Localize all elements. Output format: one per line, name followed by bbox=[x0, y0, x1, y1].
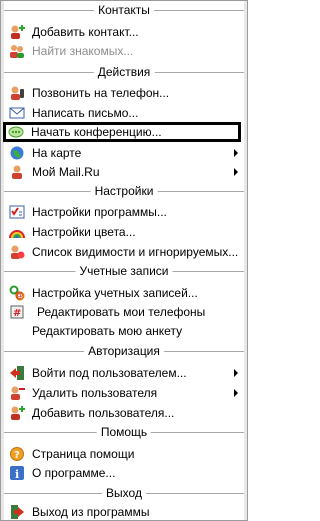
submenu-arrow-icon bbox=[234, 369, 238, 377]
menu-item-about[interactable]: i О программе... bbox=[4, 463, 244, 483]
section-exit: Выход bbox=[4, 486, 244, 500]
menu-item-login-as[interactable]: Войти под пользователем... bbox=[4, 363, 244, 383]
section-auth: Авторизация bbox=[4, 344, 244, 358]
menu-item-label: Войти под пользователем... bbox=[32, 366, 187, 380]
submenu-arrow-icon bbox=[234, 168, 238, 176]
info-icon: i bbox=[9, 465, 25, 481]
phone-book-icon: # bbox=[9, 304, 25, 320]
svg-text:@: @ bbox=[15, 290, 23, 299]
menu-item-label: Редактировать мою анкету bbox=[32, 324, 183, 338]
menu-item-label: Страница помощи bbox=[32, 447, 135, 461]
section-contacts: Контакты bbox=[4, 3, 244, 17]
menu-item-label: Список видимости и игнорируемых... bbox=[32, 245, 239, 259]
section-settings: Настройки bbox=[4, 184, 244, 198]
submenu-arrow-icon bbox=[234, 389, 238, 397]
context-menu: Контакты Добавить контакт... Найти знако… bbox=[0, 0, 248, 521]
envelope-icon bbox=[9, 105, 25, 121]
section-title: Настройки bbox=[90, 184, 158, 198]
globe-icon bbox=[9, 145, 25, 161]
add-contact-icon bbox=[9, 24, 25, 40]
menu-item-label: Добавить пользователя... bbox=[32, 406, 175, 420]
menu-item-label: О программе... bbox=[32, 466, 116, 480]
section-title: Выход bbox=[102, 486, 146, 500]
phone-call-icon bbox=[9, 85, 25, 101]
menu-item-add-contact[interactable]: Добавить контакт... bbox=[4, 22, 244, 42]
section-title: Помощь bbox=[96, 425, 152, 439]
login-icon bbox=[9, 365, 25, 381]
exit-icon bbox=[9, 504, 25, 520]
find-friends-icon bbox=[9, 43, 25, 59]
menu-item-visibility-list[interactable]: Список видимости и игнорируемых... bbox=[4, 242, 244, 262]
menu-item-label: Мой Mail.Ru bbox=[32, 165, 100, 179]
menu-item-label: Редактировать мои телефоны bbox=[37, 305, 206, 319]
menu-item-label: Найти знакомых... bbox=[32, 44, 134, 58]
svg-text:?: ? bbox=[14, 450, 20, 461]
menu-item-label: Начать конференцию... bbox=[31, 125, 162, 139]
submenu-arrow-icon bbox=[234, 149, 238, 157]
menu-item-label: Написать письмо... bbox=[32, 106, 139, 120]
menu-item-call-phone[interactable]: Позвонить на телефон... bbox=[4, 83, 244, 103]
section-help: Помощь bbox=[4, 425, 244, 439]
conference-icon bbox=[8, 124, 24, 140]
menu-item-edit-profile[interactable]: Редактировать мою анкету bbox=[4, 321, 244, 341]
visibility-list-icon bbox=[9, 244, 25, 260]
menu-item-label: На карте bbox=[32, 146, 82, 160]
menu-item-help-page[interactable]: ? Страница помощи bbox=[4, 444, 244, 464]
rainbow-icon bbox=[9, 224, 25, 240]
menu-item-label: Добавить контакт... bbox=[32, 25, 139, 39]
menu-item-label: Выход из программы bbox=[32, 505, 150, 519]
mailru-avatar-icon bbox=[9, 164, 25, 180]
menu-item-on-map[interactable]: На карте bbox=[4, 143, 244, 163]
svg-text:#: # bbox=[13, 308, 21, 319]
menu-item-edit-phones[interactable]: # Редактировать мои телефоны bbox=[4, 302, 244, 322]
menu-item-quit[interactable]: Выход из программы bbox=[4, 503, 244, 521]
right-border-strip bbox=[244, 1, 247, 520]
menu-item-find-friends[interactable]: Найти знакомых... bbox=[4, 41, 244, 61]
svg-text:i: i bbox=[15, 468, 19, 481]
section-title: Контакты bbox=[94, 3, 154, 17]
menu-item-write-letter[interactable]: Написать письмо... bbox=[4, 103, 244, 123]
menu-item-label: Настройки программы... bbox=[32, 205, 167, 219]
section-title: Действия bbox=[93, 65, 155, 79]
section-title: Авторизация bbox=[84, 344, 164, 358]
menu-item-my-mailru[interactable]: Мой Mail.Ru bbox=[4, 162, 244, 182]
menu-item-label: Настройка учетных записей... bbox=[32, 286, 198, 300]
menu-item-label: Настройки цвета... bbox=[32, 225, 136, 239]
menu-item-color-settings[interactable]: Настройки цвета... bbox=[4, 222, 244, 242]
settings-checklist-icon bbox=[9, 204, 25, 220]
section-title: Учетные записи bbox=[75, 264, 173, 278]
section-actions: Действия bbox=[4, 65, 244, 79]
menu-item-label: Позвонить на телефон... bbox=[32, 86, 170, 100]
help-icon: ? bbox=[9, 446, 25, 462]
delete-user-icon bbox=[9, 385, 25, 401]
section-accounts: Учетные записи bbox=[4, 264, 244, 278]
account-setup-icon: @ bbox=[9, 285, 25, 301]
menu-item-label: Удалить пользователя bbox=[32, 386, 158, 400]
menu-item-start-conference[interactable]: Начать конференцию... bbox=[3, 122, 241, 142]
menu-item-program-settings[interactable]: Настройки программы... bbox=[4, 202, 244, 222]
menu-item-delete-user[interactable]: Удалить пользователя bbox=[4, 383, 244, 403]
add-user-icon bbox=[9, 405, 25, 421]
menu-item-add-user[interactable]: Добавить пользователя... bbox=[4, 403, 244, 423]
menu-item-account-setup[interactable]: @ Настройка учетных записей... bbox=[4, 283, 244, 303]
